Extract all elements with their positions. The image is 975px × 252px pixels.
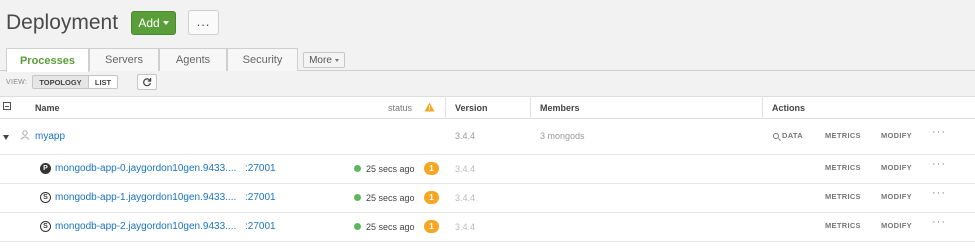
group-members: 3 mongods bbox=[540, 131, 585, 141]
process-port-link[interactable]: :27001 bbox=[245, 163, 276, 174]
last-ping-time: 25 secs ago bbox=[366, 193, 415, 203]
group-more-actions-button[interactable]: ··· bbox=[932, 126, 946, 138]
metrics-button[interactable]: METRICS bbox=[825, 163, 861, 172]
warning-icon bbox=[424, 102, 435, 112]
tabs-more-label: More bbox=[309, 54, 332, 66]
secondary-role-icon: S bbox=[40, 221, 51, 232]
modify-button[interactable]: MODIFY bbox=[881, 192, 912, 201]
group-metrics-button[interactable]: METRICS bbox=[825, 131, 861, 140]
search-icon bbox=[773, 133, 779, 139]
tab-processes[interactable]: Processes bbox=[6, 48, 89, 72]
process-host-link[interactable]: mongodb-app-0.jaygordon10gen.9433.... bbox=[55, 163, 236, 174]
caret-down-icon bbox=[162, 21, 169, 25]
add-button[interactable]: Add bbox=[131, 11, 176, 35]
view-topology-button[interactable]: TOPOLOGY bbox=[32, 75, 89, 89]
column-divider bbox=[762, 96, 763, 119]
warning-count-badge[interactable]: 1 bbox=[424, 191, 439, 204]
modify-button[interactable]: MODIFY bbox=[881, 221, 912, 230]
column-members: Members bbox=[540, 103, 580, 113]
expand-caret-icon[interactable] bbox=[3, 135, 9, 140]
tab-security[interactable]: Security bbox=[227, 48, 298, 71]
view-list-button[interactable]: LIST bbox=[88, 75, 118, 89]
process-host-link[interactable]: mongodb-app-1.jaygordon10gen.9433.... bbox=[55, 192, 236, 203]
more-options-button[interactable]: ... bbox=[188, 10, 219, 35]
warning-count-badge[interactable]: 1 bbox=[424, 220, 439, 233]
metrics-button[interactable]: METRICS bbox=[825, 221, 861, 230]
user-icon bbox=[20, 130, 30, 140]
process-port-link[interactable]: :27001 bbox=[245, 192, 276, 203]
column-divider bbox=[445, 96, 446, 119]
data-label: DATA bbox=[782, 131, 803, 140]
status-ok-icon bbox=[354, 165, 361, 172]
process-host-link[interactable]: mongodb-app-2.jaygordon10gen.9433.... bbox=[55, 221, 236, 232]
process-version: 3.4.4 bbox=[455, 222, 476, 232]
view-label: VIEW: bbox=[6, 79, 28, 86]
tab-servers[interactable]: Servers bbox=[89, 48, 159, 71]
modify-button[interactable]: MODIFY bbox=[881, 163, 912, 172]
column-actions: Actions bbox=[772, 103, 806, 113]
column-name: Name bbox=[35, 103, 60, 113]
more-actions-button[interactable]: ··· bbox=[932, 158, 946, 170]
group-modify-button[interactable]: MODIFY bbox=[881, 131, 912, 140]
column-version: Version bbox=[455, 103, 488, 113]
process-port-link[interactable]: :27001 bbox=[245, 221, 276, 232]
more-actions-button[interactable]: ··· bbox=[932, 216, 946, 228]
tab-agents[interactable]: Agents bbox=[159, 48, 227, 71]
column-status: status bbox=[388, 103, 413, 113]
primary-role-icon: P bbox=[40, 163, 51, 174]
caret-down-icon bbox=[334, 58, 339, 62]
refresh-button[interactable] bbox=[137, 74, 157, 90]
refresh-icon bbox=[143, 78, 152, 87]
column-divider bbox=[530, 96, 531, 119]
collapse-all-icon[interactable] bbox=[3, 102, 11, 110]
tabs-more-dropdown[interactable]: More bbox=[303, 52, 345, 68]
more-actions-button[interactable]: ··· bbox=[932, 187, 946, 199]
metrics-button[interactable]: METRICS bbox=[825, 192, 861, 201]
group-version: 3.4.4 bbox=[455, 131, 476, 141]
process-version: 3.4.4 bbox=[455, 193, 476, 203]
table-header: Name status Version Members Actions bbox=[0, 96, 975, 119]
data-explorer-button[interactable]: DATA bbox=[773, 131, 803, 140]
page-title: Deployment bbox=[6, 11, 119, 34]
status-ok-icon bbox=[354, 223, 361, 230]
status-ok-icon bbox=[354, 194, 361, 201]
group-name-link[interactable]: myapp bbox=[35, 131, 65, 142]
add-button-label: Add bbox=[138, 16, 160, 30]
secondary-role-icon: S bbox=[40, 192, 51, 203]
last-ping-time: 25 secs ago bbox=[366, 164, 415, 174]
warning-count-badge[interactable]: 1 bbox=[424, 162, 439, 175]
process-version: 3.4.4 bbox=[455, 164, 476, 174]
last-ping-time: 25 secs ago bbox=[366, 222, 415, 232]
